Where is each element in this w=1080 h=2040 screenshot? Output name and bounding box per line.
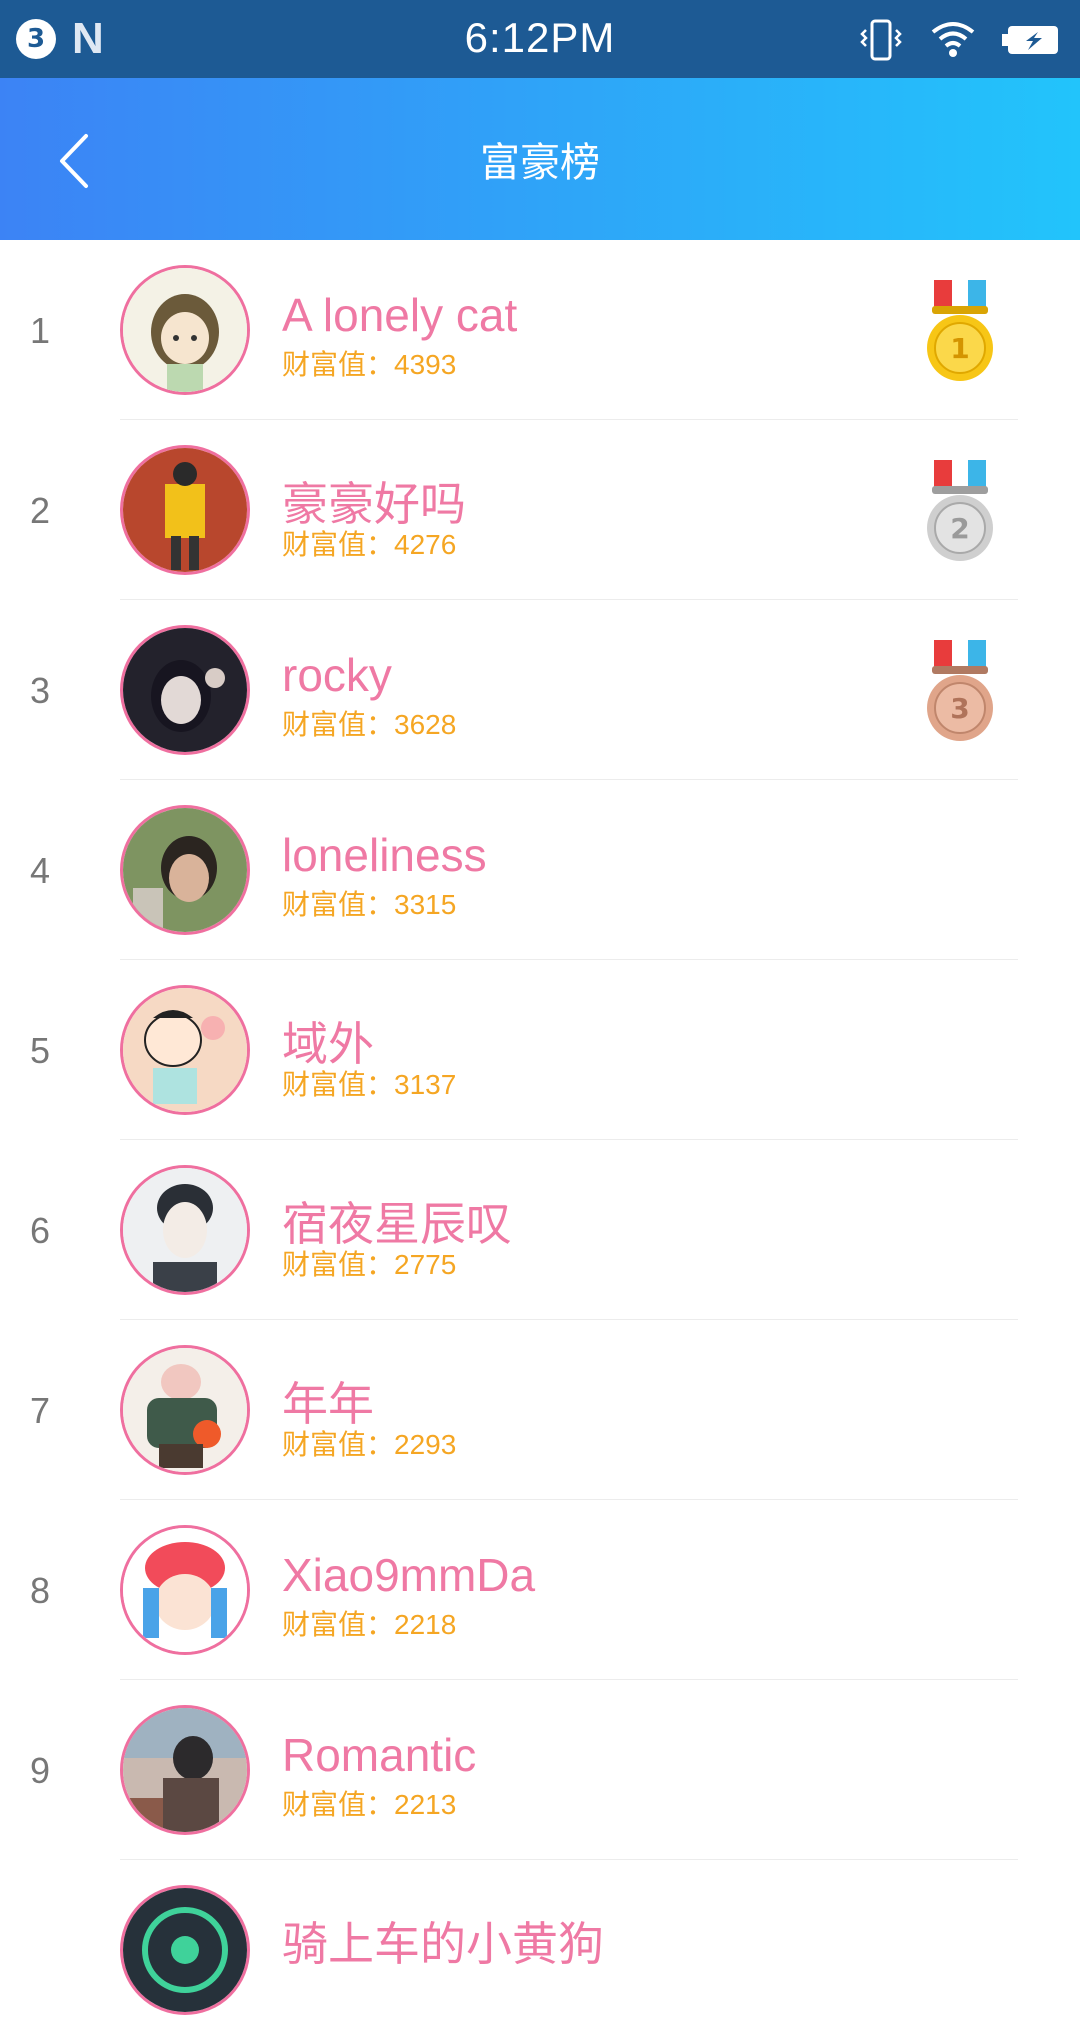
username: Romantic bbox=[282, 1729, 477, 1781]
wealth-value: 财富值：2213 bbox=[282, 1789, 457, 1820]
svg-text:1: 1 bbox=[950, 332, 969, 365]
rank-number: 2 bbox=[29, 490, 51, 531]
rank-number: 8 bbox=[29, 1570, 51, 1611]
app-header: 富豪榜 bbox=[0, 78, 1080, 240]
bronze-medal-icon: 3 bbox=[920, 638, 1000, 744]
wealth-value: 财富值：3315 bbox=[282, 889, 457, 920]
avatar[interactable] bbox=[120, 805, 250, 935]
wifi-icon bbox=[930, 20, 976, 64]
wealth-value: 财富值：2775 bbox=[282, 1249, 457, 1280]
avatar[interactable] bbox=[120, 1165, 250, 1295]
battery-charging-icon bbox=[1002, 22, 1062, 62]
wealth-value: 财富值：3137 bbox=[282, 1069, 457, 1100]
avatar[interactable] bbox=[120, 1345, 250, 1475]
rank-number: 3 bbox=[29, 670, 51, 711]
gold-medal-icon: 1 bbox=[920, 278, 1000, 384]
username: Xiao9mmDa bbox=[282, 1549, 536, 1601]
rank-number: 9 bbox=[29, 1750, 51, 1791]
avatar[interactable] bbox=[120, 985, 250, 1115]
rank-number: 7 bbox=[29, 1390, 51, 1431]
avatar[interactable] bbox=[120, 265, 250, 395]
svg-text:3: 3 bbox=[950, 692, 969, 725]
leaderboard-row[interactable]: 7 年年 财富值：2293 bbox=[0, 1320, 1080, 1500]
wealth-value: 财富值：2293 bbox=[282, 1429, 457, 1460]
leaderboard-row[interactable]: 5 域外 财富值：3137 bbox=[0, 960, 1080, 1140]
wealth-value: 财富值：2218 bbox=[282, 1609, 457, 1640]
leaderboard-row[interactable]: 9 Romantic 财富值：2213 bbox=[0, 1680, 1080, 1860]
wealth-value: 财富值：4393 bbox=[282, 349, 457, 380]
page-title: 富豪榜 bbox=[480, 140, 600, 186]
avatar[interactable] bbox=[120, 445, 250, 575]
username: 骑上车的小黄狗 bbox=[282, 1918, 604, 1970]
leaderboard-row[interactable]: 8 Xiao9mmDa 财富值：2218 bbox=[0, 1500, 1080, 1680]
wealth-value: 财富值：4276 bbox=[282, 529, 457, 560]
username: loneliness bbox=[282, 829, 487, 881]
avatar[interactable] bbox=[120, 1885, 250, 2015]
svg-text:2: 2 bbox=[950, 512, 969, 545]
avatar[interactable] bbox=[120, 1525, 250, 1655]
leaderboard-row[interactable]: 6 宿夜星辰叹 财富值：2775 bbox=[0, 1140, 1080, 1320]
avatar[interactable] bbox=[120, 625, 250, 755]
wealth-value: 财富值：3628 bbox=[282, 709, 457, 740]
avatar[interactable] bbox=[120, 1705, 250, 1835]
rank-number: 1 bbox=[29, 310, 51, 351]
leaderboard-row[interactable]: 2 豪豪好吗 财富值：4276 2 bbox=[0, 420, 1080, 600]
rank-number: 6 bbox=[29, 1210, 51, 1251]
status-bar: 3 N 6:12PM bbox=[0, 0, 1080, 78]
leaderboard-row[interactable]: 4 loneliness 财富值：3315 bbox=[0, 780, 1080, 960]
leaderboard-list: 1 A lonely cat 财富值：4393 1 2 豪豪好吗 财富值：427… bbox=[0, 240, 1080, 2040]
leaderboard-row[interactable]: 1 A lonely cat 财富值：4393 1 bbox=[0, 240, 1080, 420]
rank-number: 4 bbox=[29, 850, 51, 891]
username: A lonely cat bbox=[282, 289, 518, 341]
username: rocky bbox=[282, 649, 392, 701]
silver-medal-icon: 2 bbox=[920, 458, 1000, 564]
rank-number: 5 bbox=[29, 1030, 51, 1071]
leaderboard-row[interactable]: 3 rocky 财富值：3628 3 bbox=[0, 600, 1080, 780]
leaderboard-row[interactable]: 骑上车的小黄狗 bbox=[0, 1860, 1080, 2040]
vibrate-icon bbox=[858, 18, 904, 66]
